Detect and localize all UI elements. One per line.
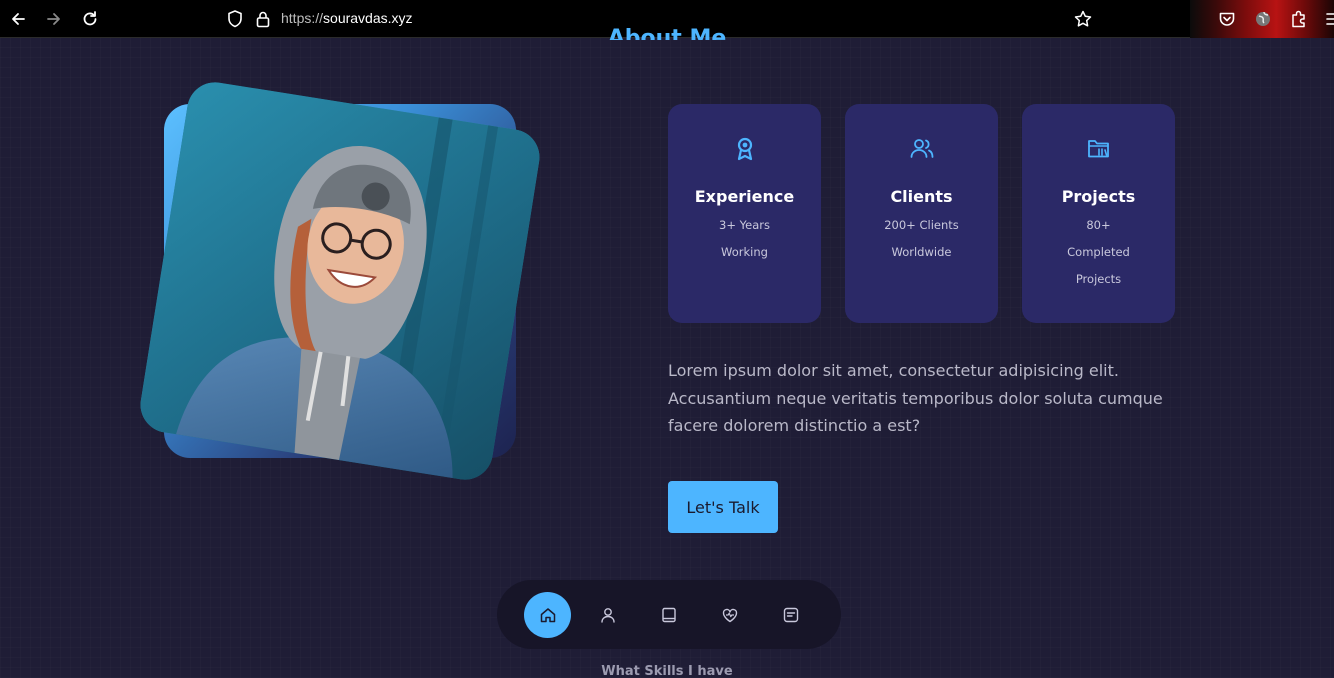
card-title: Experience — [694, 187, 795, 206]
heart-icon — [722, 608, 737, 623]
card-title: Clients — [890, 187, 953, 206]
card-line: 200+ Clients — [884, 218, 959, 232]
bottom-navigation — [497, 580, 841, 649]
nav-services[interactable] — [706, 592, 753, 638]
nav-about[interactable] — [584, 592, 631, 638]
profile-photo-frame — [136, 78, 550, 490]
lets-talk-button[interactable]: Let's Talk — [668, 481, 778, 533]
card-line: Projects — [1075, 272, 1122, 286]
book-icon — [661, 607, 676, 623]
experience-card: Experience 3+ Years Working — [668, 104, 821, 323]
card-line: Working — [721, 245, 768, 259]
next-section-heading: What Skills I have — [601, 664, 733, 678]
card-line: Worldwide — [891, 245, 952, 259]
projects-card: Projects 80+ Completed Projects — [1022, 104, 1175, 323]
folder-icon — [1022, 136, 1175, 162]
card-line: 3+ Years — [719, 218, 770, 232]
message-icon — [783, 607, 798, 623]
card-line: Completed — [1067, 245, 1130, 259]
about-paragraph: Lorem ipsum dolor sit amet, consectetur … — [668, 361, 1163, 435]
section-heading: About Me — [0, 20, 1334, 40]
user-icon — [600, 608, 615, 623]
users-icon — [845, 136, 998, 162]
card-line: 80+ — [1086, 218, 1111, 232]
nav-home[interactable] — [524, 592, 571, 638]
nav-contact[interactable] — [767, 592, 814, 638]
clients-card: Clients 200+ Clients Worldwide — [845, 104, 998, 323]
award-icon — [668, 136, 821, 162]
home-icon — [540, 608, 555, 623]
section-title: About Me — [607, 26, 727, 40]
profile-photo — [136, 78, 544, 484]
card-title: Projects — [1061, 187, 1136, 206]
nav-experience[interactable] — [645, 592, 692, 638]
